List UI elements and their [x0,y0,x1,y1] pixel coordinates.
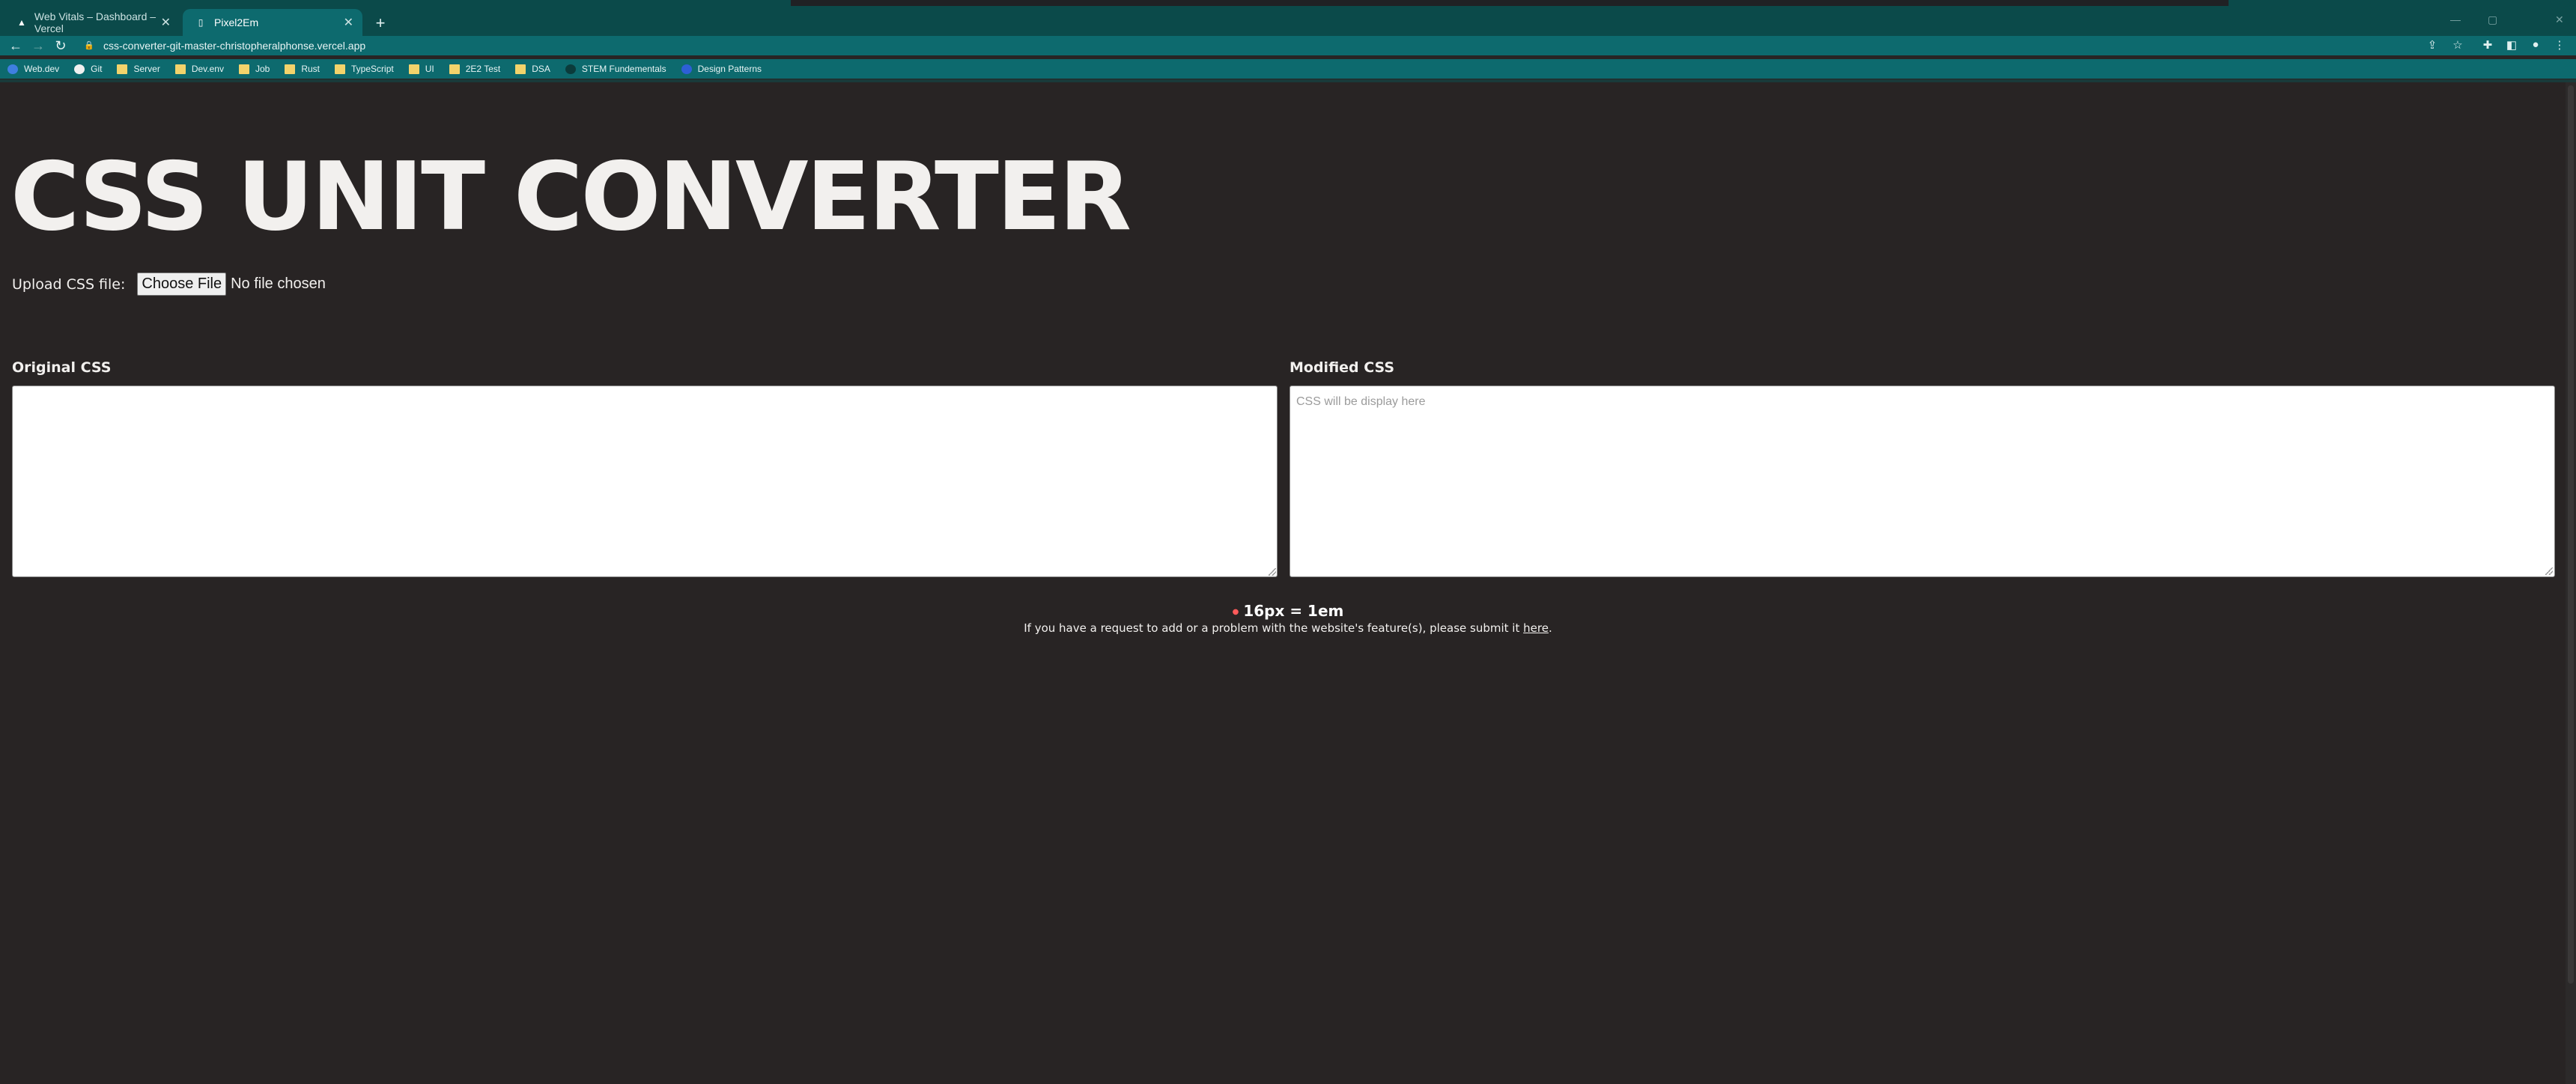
folder-icon [174,64,186,74]
tab-pixel2em[interactable]: ▯ Pixel2Em ✕ [183,9,362,36]
close-icon[interactable]: ✕ [161,15,171,30]
folder-icon [449,64,460,74]
bookmark-star-icon[interactable]: ☆ [2450,38,2465,53]
maximize-icon[interactable]: ▢ [2488,13,2497,26]
footer-note: If you have a request to add or a proble… [0,621,2576,635]
sidebar-icon[interactable]: ◧ [2504,38,2519,53]
bookmark-stem[interactable]: STEM Fundementals [565,64,666,74]
folder-icon [335,64,346,74]
tab-bar: ▲ Web Vitals – Dashboard – Vercel ✕ ▯ Pi… [0,6,2576,36]
github-icon [74,64,85,74]
modified-css-textarea[interactable]: CSS will be display here [1289,386,2555,577]
page-icon: ▯ [198,17,204,28]
webdev-icon [7,64,18,74]
folder-icon [408,64,419,74]
modified-css-label: Modified CSS [1289,359,1395,376]
window-drag-bar[interactable] [791,0,2229,6]
footer-end: . [1548,621,1552,635]
ratio-text: 16px = 1em [1243,602,1344,620]
original-css-textarea[interactable] [12,386,1278,577]
folder-icon [515,64,526,74]
forward-icon[interactable]: → [27,38,49,54]
stem-icon [565,64,576,74]
bookmark-folder-dsa[interactable]: DSA [515,64,550,74]
bookmark-folder-server[interactable]: Server [117,64,160,74]
folder-icon [285,64,296,74]
minimize-icon[interactable]: — [2450,13,2461,25]
scrollbar-thumb[interactable] [2568,85,2574,984]
extensions-icon[interactable]: ✚ [2480,38,2495,53]
window-close-icon[interactable]: ✕ [2555,13,2564,26]
lock-icon: 🔒 [84,41,94,50]
bookmark-folder-dev-env[interactable]: Dev.env [174,64,224,74]
bookmark-folder-ui[interactable]: UI [408,64,434,74]
upload-row: Upload CSS file: Choose File No file cho… [12,272,326,296]
tab-title: Pixel2Em [214,16,259,28]
original-css-label: Original CSS [12,359,112,376]
bookmark-folder-typescript[interactable]: TypeScript [335,64,394,74]
page-scrollbar[interactable] [2566,82,2576,1084]
menu-dots-icon[interactable]: ⋮ [2552,38,2567,53]
page-title: CSS UNIT CONVERTER [10,141,1131,252]
bookmark-design-patterns[interactable]: Design Patterns [681,64,762,74]
bookmark-folder-2e2-test[interactable]: 2E2 Test [449,64,500,74]
design-patterns-icon [681,64,692,74]
profile-avatar-icon[interactable]: ● [2528,38,2543,53]
new-tab-button[interactable]: + [371,15,389,33]
browser-toolbar: ← → ↻ 🔒 css-converter-git-master-christo… [0,36,2576,55]
share-icon[interactable]: ⇪ [2425,38,2440,53]
modified-css-placeholder: CSS will be display here [1296,395,1426,408]
bookmark-folder-job[interactable]: Job [238,64,270,74]
folder-icon [117,64,128,74]
bookmarks-bar: Web.dev Git Server Dev.env Job Rust Type… [0,59,2576,79]
url-text: css-converter-git-master-christopheralph… [103,40,366,52]
upload-label: Upload CSS file: [12,275,126,293]
bookmark-git[interactable]: Git [74,64,102,74]
tab-web-vitals[interactable]: ▲ Web Vitals – Dashboard – Vercel ✕ [4,9,180,36]
close-icon[interactable]: ✕ [344,15,353,30]
conversion-ratio: ● 16px = 1em [0,602,2576,620]
back-icon[interactable]: ← [4,38,27,54]
address-bar[interactable]: 🔒 css-converter-git-master-christopheral… [84,37,2420,54]
file-status: No file chosen [231,275,326,292]
vercel-triangle-icon: ▲ [17,17,26,28]
submit-request-link[interactable]: here [1523,621,1549,635]
bookmark-folder-rust[interactable]: Rust [285,64,320,74]
bookmark-webdev[interactable]: Web.dev [7,64,59,74]
resize-handle-icon[interactable] [2545,567,2553,575]
window-top-strip [0,0,2576,6]
page-content: CSS UNIT CONVERTER Upload CSS file: Choo… [0,82,2576,1084]
reload-icon[interactable]: ↻ [49,38,72,54]
ratio-dot-icon: ● [1232,608,1239,616]
tab-title: Web Vitals – Dashboard – Vercel [34,10,157,34]
choose-file-button[interactable]: Choose File [137,272,227,296]
folder-icon [238,64,249,74]
footer-text: If you have a request to add or a proble… [1024,621,1520,635]
